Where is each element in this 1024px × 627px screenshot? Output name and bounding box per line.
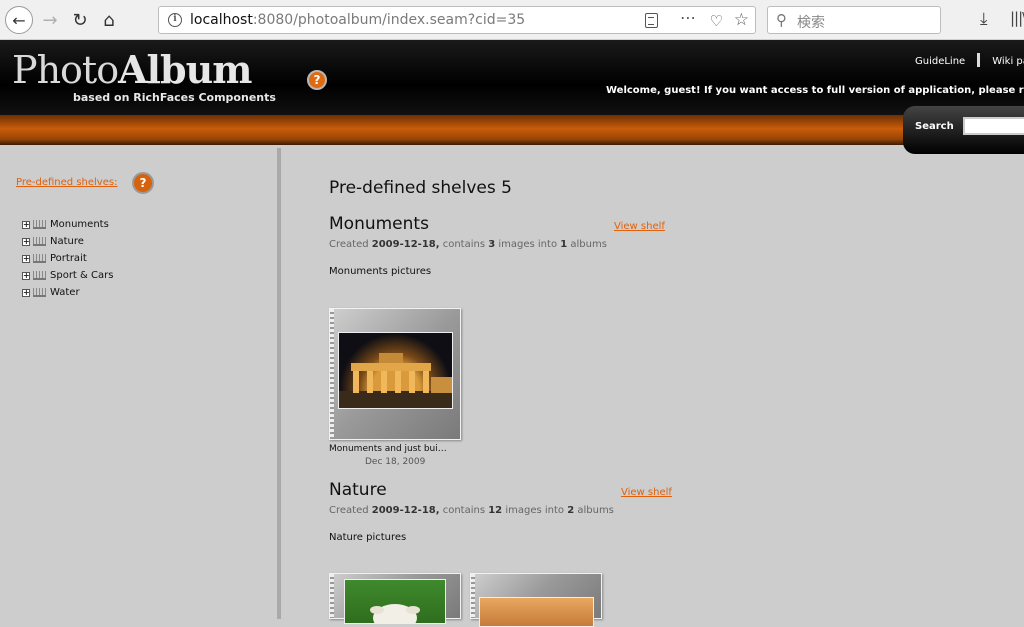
expand-icon[interactable]: + xyxy=(22,254,30,263)
shelf-title: Monuments xyxy=(329,214,429,234)
predefined-shelves-link[interactable]: Pre-defined shelves: xyxy=(16,177,117,188)
shelf-icon xyxy=(33,237,46,246)
tree-item-label[interactable]: Sport & Cars xyxy=(50,270,113,281)
logo[interactable]: PhotoAlbum xyxy=(12,49,252,92)
orange-nav-bar xyxy=(0,115,1024,145)
tree-item-water[interactable]: + Water xyxy=(22,284,113,301)
bookmark-star-icon[interactable]: ☆ xyxy=(734,10,749,30)
logo-subtitle: based on RichFaces Components xyxy=(73,91,276,104)
forward-arrow-icon[interactable]: → xyxy=(36,6,64,34)
view-shelf-link[interactable]: View shelf xyxy=(621,487,672,498)
album-photo[interactable] xyxy=(479,597,594,627)
guideline-link[interactable]: GuideLine xyxy=(915,56,965,67)
wiki-link[interactable]: Wiki pa xyxy=(992,56,1024,67)
page-title: Pre-defined shelves 5 xyxy=(329,178,512,198)
shelf-icon xyxy=(33,254,46,263)
browser-search-input[interactable]: ⚲ 検索 xyxy=(767,6,941,34)
tree-item-label[interactable]: Monuments xyxy=(50,219,109,230)
shelf-meta: Created 2009-12-18, contains 3 images in… xyxy=(329,239,607,250)
pocket-icon[interactable]: ♡ xyxy=(710,12,723,30)
album-thumbnail[interactable] xyxy=(329,308,461,440)
top-links: GuideLine Wiki pa xyxy=(915,53,1024,67)
search-icon: ⚲ xyxy=(776,11,787,29)
shelf-description: Nature pictures xyxy=(329,532,407,543)
download-icon[interactable]: ⤓ xyxy=(980,9,988,29)
page-actions-icon[interactable]: ⋯ xyxy=(680,8,697,27)
shelf-icon xyxy=(33,220,46,229)
sidebar-divider[interactable] xyxy=(277,148,281,619)
expand-icon[interactable]: + xyxy=(22,271,30,280)
search-input[interactable] xyxy=(963,117,1024,135)
library-icon[interactable]: |||\ xyxy=(1010,9,1024,27)
info-icon[interactable]: i xyxy=(168,13,182,27)
expand-icon[interactable]: + xyxy=(22,220,30,229)
tree-item-sport-cars[interactable]: + Sport & Cars xyxy=(22,267,113,284)
album-thumbnail[interactable] xyxy=(470,573,602,627)
tree-item-label[interactable]: Nature xyxy=(50,236,84,247)
shelf-tree: + Monuments + Nature + Portrait + Sport & Ca… xyxy=(22,216,113,301)
shelf-title: Nature xyxy=(329,480,387,500)
monument-image xyxy=(339,353,452,408)
shelf-meta: Created 2009-12-18, contains 12 images i… xyxy=(329,505,614,516)
address-bar[interactable]: i localhost:8080/photoalbum/index.seam?c… xyxy=(158,6,756,34)
expand-icon[interactable]: + xyxy=(22,288,30,297)
help-icon[interactable]: ? xyxy=(307,70,327,90)
view-shelf-link[interactable]: View shelf xyxy=(614,221,665,232)
album-photo[interactable] xyxy=(338,332,453,409)
tree-item-nature[interactable]: + Nature xyxy=(22,233,113,250)
app-header: PhotoAlbum based on RichFaces Components… xyxy=(0,40,1024,115)
back-arrow-icon[interactable]: ← xyxy=(5,6,33,34)
shelf-icon xyxy=(33,271,46,280)
welcome-message: Welcome, guest! If you want access to fu… xyxy=(606,85,1024,96)
expand-icon[interactable]: + xyxy=(22,237,30,246)
link-separator xyxy=(977,53,981,67)
reader-view-icon[interactable] xyxy=(645,13,658,28)
album-thumbnail[interactable] xyxy=(329,573,461,624)
help-icon[interactable]: ? xyxy=(132,172,154,194)
search-panel: Search xyxy=(903,106,1024,154)
browser-toolbar: ← → ↻ ⌂ i localhost:8080/photoalbum/inde… xyxy=(0,0,1024,40)
tree-item-label[interactable]: Portrait xyxy=(50,253,87,264)
home-icon[interactable]: ⌂ xyxy=(95,6,123,34)
tree-item-label[interactable]: Water xyxy=(50,287,80,298)
album-date: Dec 18, 2009 xyxy=(365,457,426,467)
search-placeholder: 検索 xyxy=(797,15,825,31)
shelf-description: Monuments pictures xyxy=(329,266,432,277)
tree-item-monuments[interactable]: + Monuments xyxy=(22,216,113,233)
album-caption[interactable]: Monuments and just bui… xyxy=(329,444,447,454)
search-label: Search xyxy=(915,121,954,132)
shelf-icon xyxy=(33,288,46,297)
tree-item-portrait[interactable]: + Portrait xyxy=(22,250,113,267)
sidebar: Pre-defined shelves: ? + Monuments + Natur… xyxy=(0,148,278,619)
url-text[interactable]: localhost:8080/photoalbum/index.seam?cid… xyxy=(190,12,525,28)
reload-icon[interactable]: ↻ xyxy=(66,6,94,34)
album-photo[interactable] xyxy=(344,579,446,624)
lamb-image xyxy=(370,604,420,623)
